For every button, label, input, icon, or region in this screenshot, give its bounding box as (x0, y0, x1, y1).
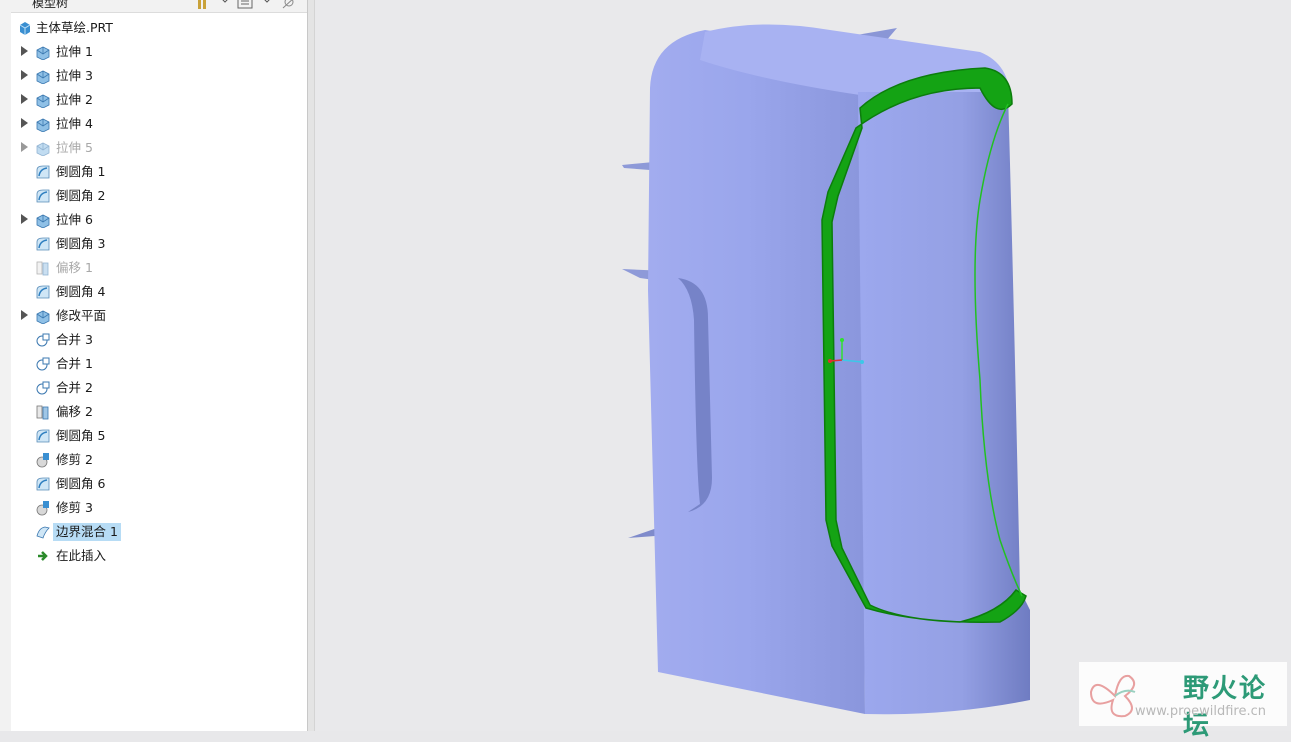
tree-item-label: 倒圆角 6 (56, 476, 106, 491)
tree-item-label: 偏移 1 (56, 260, 93, 275)
tree-item[interactable]: 合并 2 (11, 377, 307, 399)
tree-item-label: 修剪 3 (56, 500, 93, 515)
tree-item-label: 修剪 2 (56, 452, 93, 467)
boundary-blend-icon (35, 524, 51, 540)
offset-icon (35, 404, 51, 420)
tree-item[interactable]: 修剪 3 (11, 497, 307, 519)
extrude-icon (35, 116, 51, 133)
round-icon (35, 428, 51, 444)
model-tree-panel: 模型树 主体草绘.PRT 拉伸 1 拉伸 3 拉伸 2 拉伸 4 拉伸 5 倒圆角 1 倒圆… (11, 0, 307, 731)
tree-item-label: 倒圆角 4 (56, 284, 106, 299)
watermark-url: www.proewildfire.cn (1135, 704, 1266, 719)
extrude-icon (35, 308, 51, 325)
model-3d-view (622, 24, 1030, 715)
tree-item[interactable]: 拉伸 4 (11, 113, 307, 135)
tree-item[interactable]: 偏移 1 (11, 257, 307, 279)
graphics-viewport[interactable] (315, 0, 1291, 731)
merge-icon (35, 356, 51, 372)
part-icon (17, 20, 33, 36)
tree-settings-icon[interactable] (197, 0, 213, 12)
model-tree-header: 模型树 (11, 0, 307, 13)
trim-icon (35, 452, 51, 468)
offset-icon (35, 260, 51, 276)
tree-item-label: 合并 2 (56, 380, 93, 395)
tree-item[interactable]: 修改平面 (11, 305, 307, 327)
tree-item[interactable]: 拉伸 5 (11, 137, 307, 159)
expand-arrow-icon[interactable] (21, 94, 28, 104)
tree-item-label: 倒圆角 1 (56, 164, 106, 179)
tree-item[interactable]: 倒圆角 6 (11, 473, 307, 495)
expand-arrow-icon[interactable] (21, 70, 28, 80)
round-icon (35, 236, 51, 252)
round-icon (35, 284, 51, 300)
tree-item[interactable]: 倒圆角 5 (11, 425, 307, 447)
tree-item[interactable]: 修剪 2 (11, 449, 307, 471)
tree-item[interactable]: 倒圆角 1 (11, 161, 307, 183)
expand-arrow-icon[interactable] (21, 142, 28, 152)
trim-icon (35, 500, 51, 516)
chevron-down-icon[interactable] (263, 0, 271, 11)
expand-arrow-icon[interactable] (21, 118, 28, 128)
watermark: 野火论坛 www.proewildfire.cn (1079, 662, 1287, 741)
merge-icon (35, 332, 51, 348)
tree-item-label: 合并 1 (56, 356, 93, 371)
tree-item[interactable]: 拉伸 1 (11, 41, 307, 63)
hide-icon[interactable] (281, 0, 297, 12)
tree-item[interactable]: 偏移 2 (11, 401, 307, 423)
tree-item-label: 拉伸 5 (56, 140, 93, 155)
panel-splitter[interactable] (307, 0, 315, 731)
tree-item-label: 拉伸 6 (56, 212, 93, 227)
tree-item-label: 拉伸 2 (56, 92, 93, 107)
tree-item[interactable]: 合并 1 (11, 353, 307, 375)
tree-item-label: 修改平面 (56, 308, 107, 323)
tree-item[interactable]: 倒圆角 3 (11, 233, 307, 255)
model-tree-title: 模型树 (32, 0, 69, 10)
tree-root-label: 主体草绘.PRT (36, 20, 113, 35)
insert-here-icon (35, 548, 51, 564)
tree-item-label: 合并 3 (56, 332, 93, 347)
extrude-icon (35, 212, 51, 229)
tree-item[interactable]: 倒圆角 4 (11, 281, 307, 303)
extrude-icon (35, 140, 51, 157)
tree-item-label: 拉伸 3 (56, 68, 93, 83)
tree-item-label: 在此插入 (56, 548, 107, 563)
tree-item-label: 边界混合 1 (53, 523, 121, 541)
tree-item[interactable]: 边界混合 1 (11, 521, 307, 543)
tree-root-item[interactable]: 主体草绘.PRT (11, 17, 307, 39)
tree-item-label: 拉伸 1 (56, 44, 93, 59)
tree-item[interactable]: 在此插入 (11, 545, 307, 567)
show-list-icon[interactable] (237, 0, 253, 12)
tree-item-label: 倒圆角 5 (56, 428, 106, 443)
expand-arrow-icon[interactable] (21, 46, 28, 56)
expand-arrow-icon[interactable] (21, 214, 28, 224)
tree-item-label: 倒圆角 2 (56, 188, 106, 203)
round-icon (35, 164, 51, 180)
tree-item-label: 倒圆角 3 (56, 236, 106, 251)
extrude-icon (35, 92, 51, 109)
round-icon (35, 188, 51, 204)
tree-item[interactable]: 倒圆角 2 (11, 185, 307, 207)
tree-item[interactable]: 合并 3 (11, 329, 307, 351)
round-icon (35, 476, 51, 492)
tree-item-label: 偏移 2 (56, 404, 93, 419)
chevron-down-icon[interactable] (221, 0, 229, 11)
extrude-icon (35, 68, 51, 85)
tree-item[interactable]: 拉伸 2 (11, 89, 307, 111)
merge-icon (35, 380, 51, 396)
expand-arrow-icon[interactable] (21, 310, 28, 320)
extrude-icon (35, 44, 51, 61)
tree-item[interactable]: 拉伸 6 (11, 209, 307, 231)
tree-item[interactable]: 拉伸 3 (11, 65, 307, 87)
tree-item-label: 拉伸 4 (56, 116, 93, 131)
